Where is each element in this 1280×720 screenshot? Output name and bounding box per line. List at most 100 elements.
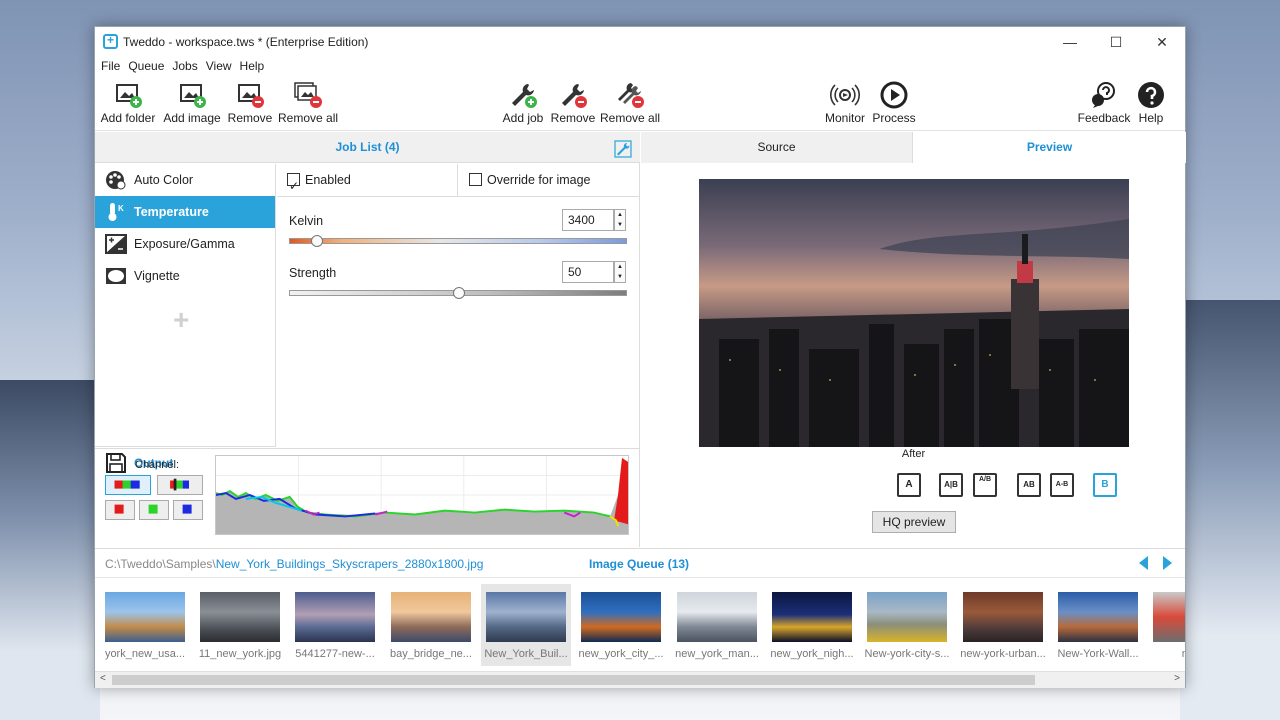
channel-red-button[interactable] (105, 500, 135, 520)
menu-queue[interactable]: Queue (124, 57, 168, 75)
horizontal-scrollbar[interactable]: < > (95, 671, 1185, 688)
enabled-label: Enabled (305, 173, 351, 187)
remove-all-images-icon (293, 81, 323, 109)
view-split-horizontal-button[interactable]: A-B (1050, 473, 1074, 497)
queue-thumbnail[interactable]: 11_new_york.jpg (195, 584, 285, 666)
exposure-icon (105, 234, 127, 254)
thumbnail-image (1153, 592, 1185, 642)
path-file-link[interactable]: New_York_Buildings_Skyscrapers_2880x1800… (216, 557, 484, 571)
hq-preview-button[interactable]: HQ preview (872, 511, 956, 533)
view-side-by-side-button[interactable]: A|B (939, 473, 963, 497)
edit-jobs-wrench-icon[interactable] (614, 139, 632, 158)
override-for-image-checkbox[interactable]: Override for image (469, 164, 591, 196)
kelvin-slider-track[interactable] (289, 235, 627, 247)
scroll-left-arrow-icon[interactable]: < (100, 673, 106, 684)
broadcast-icon (830, 81, 860, 109)
feedback-button[interactable]: Feedback (1077, 77, 1131, 131)
tab-preview[interactable]: Preview (913, 132, 1186, 163)
view-b-button[interactable]: B (1093, 473, 1117, 497)
job-item-auto-color[interactable]: Auto Color (95, 164, 275, 196)
queue-thumbnail[interactable]: new-york-urban... (958, 584, 1048, 666)
queue-prev-arrow-icon[interactable] (1139, 556, 1148, 570)
monitor-label: Monitor (824, 111, 865, 125)
add-folder-button[interactable]: Add folder (98, 77, 158, 131)
channel-rgb-button[interactable] (105, 475, 151, 495)
add-job-button[interactable]: Add job (500, 77, 546, 131)
scroll-right-arrow-icon[interactable]: > (1174, 673, 1180, 684)
app-logo-icon (103, 33, 118, 49)
add-image-button[interactable]: Add image (162, 77, 222, 131)
divider (277, 196, 640, 197)
kelvin-spinner-arrows-icon[interactable]: ▲ ▼ (614, 209, 626, 231)
kelvin-slider-thumb[interactable] (311, 235, 324, 247)
remove-image-icon (235, 81, 265, 109)
strength-label: Strength (289, 266, 337, 280)
add-job-label: Add job (502, 111, 544, 125)
channel-split-button[interactable] (157, 475, 203, 495)
channel-green-button[interactable] (139, 500, 169, 520)
rgb-channel-icon (114, 480, 140, 489)
tab-source[interactable]: Source (641, 132, 913, 163)
queue-thumbnail[interactable]: bay_bridge_ne... (386, 584, 476, 666)
remove-all-jobs-label: Remove all (600, 111, 661, 125)
strength-input[interactable]: 50 ▲ ▼ (562, 261, 626, 283)
queue-thumbnail[interactable]: new_york_city_... (576, 584, 666, 666)
queue-thumbnail[interactable]: New_York_Buil... (481, 584, 571, 666)
job-item-exposure-gamma[interactable]: Exposure/Gamma (95, 228, 275, 260)
desktop-background-right (1180, 300, 1280, 720)
feedback-icon (1089, 81, 1119, 109)
menu-view[interactable]: View (202, 57, 236, 75)
remove-all-jobs-button[interactable]: Remove all (600, 77, 660, 131)
desktop-background-left (0, 380, 100, 720)
queue-next-arrow-icon[interactable] (1163, 556, 1172, 570)
strength-spinner-arrows-icon[interactable]: ▲ ▼ (614, 261, 626, 283)
strength-slider-thumb[interactable] (453, 287, 465, 299)
remove-job-button[interactable]: Remove (550, 77, 596, 131)
minimize-button[interactable]: — (1047, 27, 1093, 57)
thumbnail-caption: nurZ (1181, 648, 1185, 660)
add-job-plus-icon[interactable]: + (173, 304, 189, 336)
menu-file[interactable]: File (97, 57, 124, 75)
help-button[interactable]: Help (1133, 77, 1169, 131)
queue-thumbnail[interactable]: new_york_man... (672, 584, 762, 666)
view-stacked-button[interactable]: A/B (973, 473, 997, 497)
queue-thumbnail[interactable]: nurZ (1148, 584, 1185, 666)
menu-jobs[interactable]: Jobs (168, 57, 201, 75)
queue-thumbnail[interactable]: New-York-Wall... (1053, 584, 1143, 666)
queue-thumbnail[interactable]: New-york-city-s... (862, 584, 952, 666)
kelvin-value: 3400 (568, 213, 595, 227)
maximize-button[interactable]: ☐ (1093, 27, 1139, 57)
wrench-add-icon (508, 81, 538, 109)
monitor-button[interactable]: Monitor (822, 77, 868, 131)
divider (457, 164, 458, 196)
enabled-checkbox[interactable]: Enabled (287, 164, 351, 202)
feedback-label: Feedback (1077, 111, 1131, 125)
process-button[interactable]: Process (871, 77, 917, 131)
preview-panel: Source Preview After A A|B A/B AB A-B B … (641, 132, 1186, 547)
histogram-graph (215, 455, 629, 535)
view-split-vertical-button[interactable]: AB (1017, 473, 1041, 497)
scrollbar-thumb[interactable] (112, 675, 1035, 685)
remove-all-images-button[interactable]: Remove all (278, 77, 338, 131)
view-a-button[interactable]: A (897, 473, 921, 497)
window-title: Tweddo - workspace.tws * (Enterprise Edi… (123, 35, 369, 49)
close-button[interactable]: ✕ (1139, 27, 1185, 57)
wrench-remove-icon (558, 81, 588, 109)
remove-image-button[interactable]: Remove (227, 77, 273, 131)
menu-help[interactable]: Help (236, 57, 269, 75)
kelvin-input[interactable]: 3400 ▲ ▼ (562, 209, 626, 231)
channel-blue-button[interactable] (173, 500, 203, 520)
queue-thumbnail[interactable]: new_york_nigh... (767, 584, 857, 666)
job-item-vignette[interactable]: Vignette (95, 260, 275, 292)
strength-slider-track[interactable] (289, 287, 627, 299)
queue-thumbnail[interactable]: 5441277-new-... (290, 584, 380, 666)
after-label: After (901, 448, 926, 460)
thumbnail-caption: new_york_man... (675, 648, 759, 660)
thumbnail-caption: 11_new_york.jpg (198, 648, 282, 660)
queue-thumbnail[interactable]: york_new_usa... (100, 584, 190, 666)
job-item-temperature[interactable]: K Temperature (95, 196, 275, 228)
thumbnail-caption: New-york-city-s... (864, 648, 950, 660)
checkbox-unchecked-icon (469, 173, 482, 186)
toolbar: Add folder Add image Remove Remove all A… (95, 77, 1185, 131)
add-folder-icon (113, 81, 143, 109)
